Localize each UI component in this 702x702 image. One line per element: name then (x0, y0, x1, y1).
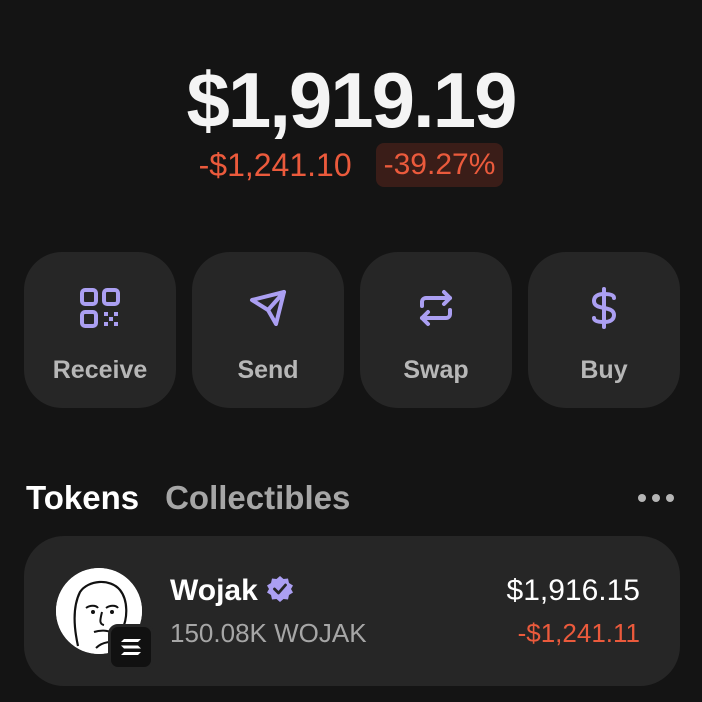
buy-label: Buy (580, 356, 628, 384)
wallet-screen: $1,919.19 -$1,241.10 -39.27% Receive Sen… (0, 0, 702, 702)
balance-change-amount: -$1,241.10 (198, 147, 352, 183)
receive-button[interactable]: Receive (24, 252, 176, 408)
tab-collectibles[interactable]: Collectibles (165, 479, 350, 517)
balance-change-row: -$1,241.10 -39.27% (0, 143, 702, 187)
swap-label: Swap (403, 356, 469, 384)
token-name-row: Wojak (170, 574, 294, 608)
token-row-wojak[interactable]: Wojak 150.08K WOJAK $1,916.15 -$1,241.11 (24, 536, 680, 686)
qr-code-icon (78, 286, 122, 330)
solana-icon (108, 624, 154, 670)
tab-tokens[interactable]: Tokens (26, 479, 139, 517)
total-balance: $1,919.19 (186, 56, 517, 144)
token-name: Wojak (170, 574, 258, 607)
asset-tabs: Tokens Collectibles (26, 478, 678, 518)
swap-button[interactable]: Swap (360, 252, 512, 408)
more-options-icon[interactable] (638, 494, 678, 502)
dollar-icon (582, 286, 626, 330)
token-amount: 150.08K WOJAK (170, 618, 367, 648)
token-change: -$1,241.11 (517, 618, 640, 648)
balance-change-percent-badge: -39.27% (375, 143, 504, 187)
swap-icon (414, 286, 458, 330)
action-buttons: Receive Send Swap Buy (24, 252, 680, 408)
send-label: Send (237, 356, 299, 384)
more-dot (652, 494, 660, 502)
send-icon (246, 286, 290, 330)
token-value: $1,916.15 (506, 574, 640, 607)
more-dot (638, 494, 646, 502)
receive-label: Receive (52, 356, 148, 384)
more-dot (666, 494, 674, 502)
verified-badge-icon (266, 575, 294, 608)
buy-button[interactable]: Buy (528, 252, 680, 408)
send-button[interactable]: Send (192, 252, 344, 408)
